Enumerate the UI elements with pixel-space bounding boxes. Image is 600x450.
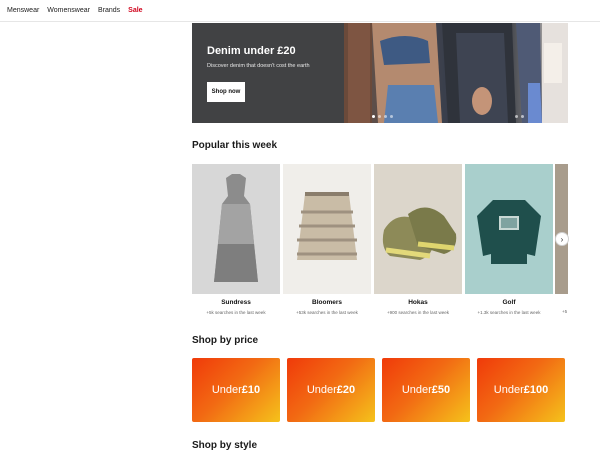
bloomers-image xyxy=(283,164,371,294)
chevron-right-icon[interactable]: › xyxy=(555,232,569,246)
product-search-count: +53k searches in the last week xyxy=(296,310,358,315)
product-card-bloomers[interactable]: Bloomers +53k searches in the last week xyxy=(283,164,371,319)
sweater-image xyxy=(465,164,553,294)
price-heading: Shop by price xyxy=(192,335,259,346)
carousel-dot[interactable] xyxy=(515,115,518,118)
nav-item-sale[interactable]: Sale xyxy=(128,7,142,14)
product-card-sundress[interactable]: Sundress +5k searches in the last week xyxy=(192,164,280,319)
carousel-dot[interactable] xyxy=(521,115,524,118)
hero-image xyxy=(344,23,568,123)
price-tile-amount: £10 xyxy=(241,384,261,396)
hero-photo-illustration xyxy=(344,23,568,123)
hero-text-panel: Denim under £20 Discover denim that does… xyxy=(192,23,344,123)
carousel-dot[interactable] xyxy=(378,115,381,118)
price-tile-prefix: Under xyxy=(306,384,337,396)
price-tile-prefix: Under xyxy=(211,384,242,396)
product-search-count: +5k searches in the last week xyxy=(206,310,266,315)
price-tile-under-50[interactable]: Under £50 xyxy=(382,358,470,422)
product-search-count: +5 xyxy=(562,309,568,314)
nav-item-menswear[interactable]: Menswear xyxy=(7,7,39,14)
price-tile-amount: £20 xyxy=(336,384,356,396)
price-tile-under-100[interactable]: Under £100 xyxy=(477,358,565,422)
price-tile-prefix: Under xyxy=(401,384,432,396)
shop-now-button[interactable]: Shop now xyxy=(207,82,245,102)
price-tile-prefix: Under xyxy=(493,384,524,396)
product-name: Bloomers xyxy=(312,299,342,306)
sneakers-image xyxy=(374,164,462,294)
nav-item-womenswear[interactable]: Womenswear xyxy=(47,7,90,14)
carousel-dot[interactable] xyxy=(390,115,393,118)
product-name: Sundress xyxy=(221,299,251,306)
carousel-dot[interactable] xyxy=(384,115,387,118)
top-nav: Menswear Womenswear Brands Sale xyxy=(0,0,600,22)
product-card-golf[interactable]: Golf +1.3k searches in the last week xyxy=(465,164,553,319)
price-tile-under-10[interactable]: Under £10 xyxy=(192,358,280,422)
hero-title: Denim under £20 xyxy=(207,45,296,57)
product-search-count: +900 searches in the last week xyxy=(387,310,449,315)
carousel-dots xyxy=(372,115,393,118)
product-search-count: +1.3k searches in the last week xyxy=(477,310,541,315)
carousel-dot[interactable] xyxy=(372,115,375,118)
price-tile-amount: £50 xyxy=(431,384,451,396)
carousel-dots-secondary xyxy=(515,115,524,118)
hero-subtitle: Discover denim that doesn't cost the ear… xyxy=(207,63,310,69)
price-tile-amount: £100 xyxy=(523,384,549,396)
product-name: Hokas xyxy=(408,299,428,306)
hero-banner[interactable]: Denim under £20 Discover denim that does… xyxy=(192,23,568,123)
style-heading: Shop by style xyxy=(192,440,258,450)
product-card-peek[interactable] xyxy=(555,164,568,294)
price-tile-under-20[interactable]: Under £20 xyxy=(287,358,375,422)
product-card-hokas[interactable]: Hokas +900 searches in the last week xyxy=(374,164,462,319)
sundress-image xyxy=(192,164,280,294)
popular-heading: Popular this week xyxy=(192,140,278,151)
nav-item-brands[interactable]: Brands xyxy=(98,7,120,14)
product-name: Golf xyxy=(502,299,516,306)
